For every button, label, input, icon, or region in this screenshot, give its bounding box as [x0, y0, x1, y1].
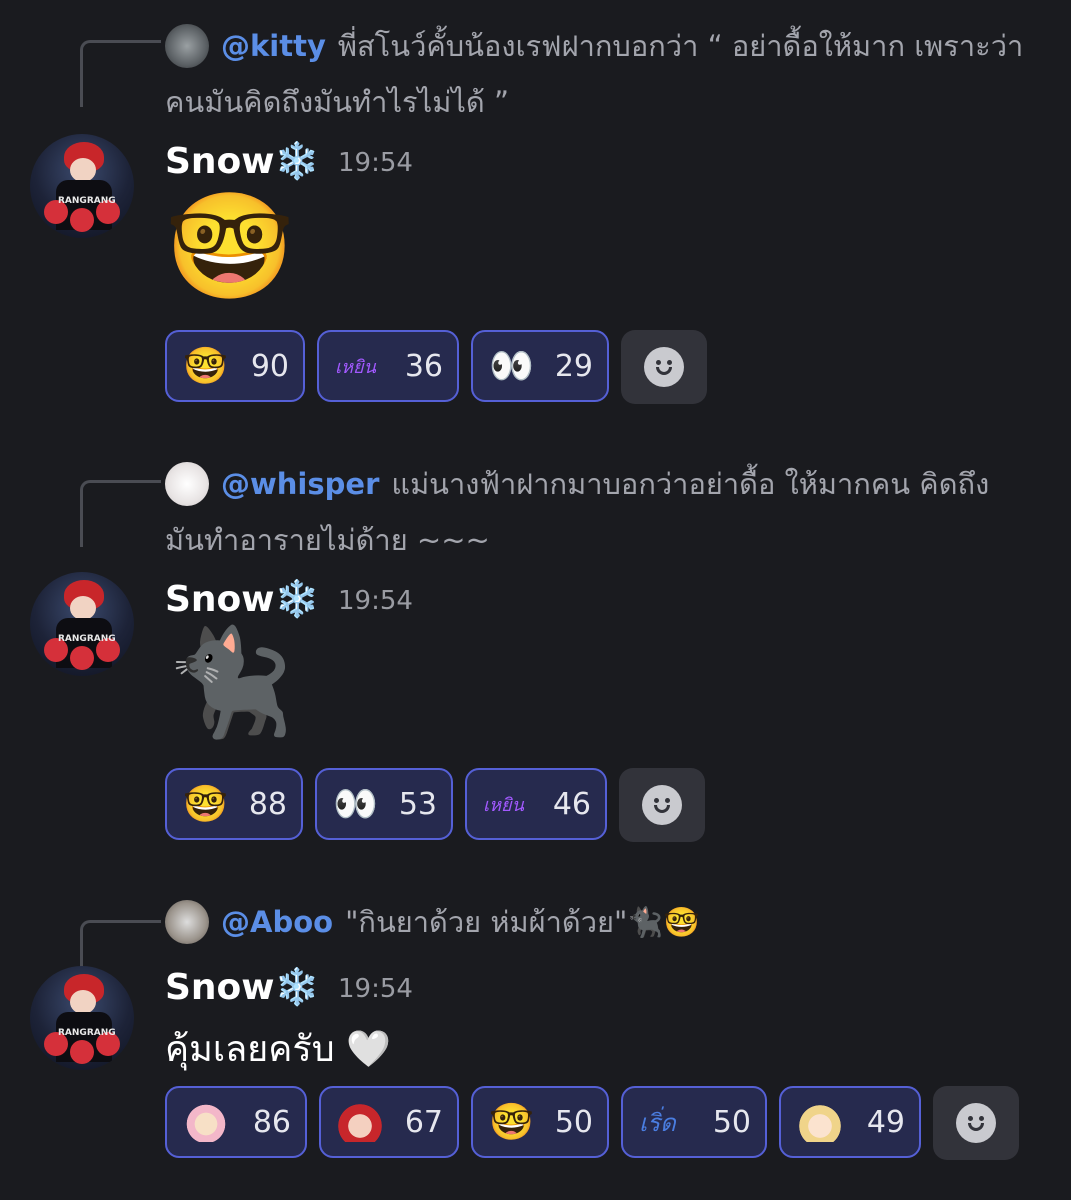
reaction-bar: 86 67 🤓 50 เริ่ด 50 49: [165, 1086, 1019, 1160]
avatar[interactable]: RANGRANG: [30, 966, 134, 1070]
reaction-khen-sticker[interactable]: 49: [779, 1086, 921, 1158]
message-content: 🐈‍⬛: [165, 621, 295, 743]
smile-icon: [642, 785, 682, 825]
reply-mention[interactable]: @Aboo: [165, 905, 333, 939]
reaction-emoji: เหยิน: [335, 356, 376, 378]
reaction-yein[interactable]: เหยิน 36: [317, 330, 459, 402]
author-name[interactable]: Snow❄️: [165, 578, 319, 620]
avatar[interactable]: RANGRANG: [30, 134, 134, 238]
message-1: @kitty พี่สโนว์คั้บน้องเรฟฝากบอกว่า “ อย่…: [0, 0, 1071, 420]
timestamp: 19:54: [338, 586, 413, 616]
reply-connector: [80, 40, 161, 107]
reaction-yein[interactable]: เหยิน 46: [465, 768, 607, 840]
reply-connector: [80, 480, 161, 547]
add-reaction-button[interactable]: [619, 768, 705, 842]
reaction-rerd[interactable]: เริ่ด 50: [621, 1086, 767, 1158]
reaction-count: 46: [552, 786, 591, 822]
reaction-emoji: เริ่ด: [639, 1108, 676, 1137]
reaction-emoji: 🤓: [489, 1102, 534, 1143]
reply-preview[interactable]: @kitty พี่สโนว์คั้บน้องเรฟฝากบอกว่า “ อย่…: [165, 18, 1025, 130]
reaction-emoji: 🤓: [183, 346, 228, 387]
reaction-bar: 🤓 88 👀 53 เหยิน 46: [165, 768, 705, 842]
reaction-count: 29: [554, 348, 593, 384]
reply-mention[interactable]: @whisper: [165, 467, 379, 501]
reaction-bar: 🤓 90 เหยิน 36 👀 29: [165, 330, 707, 404]
reaction-nerd[interactable]: 🤓 88: [165, 768, 303, 840]
smile-icon: [644, 347, 684, 387]
reply-mention[interactable]: @kitty: [165, 29, 326, 63]
author-name[interactable]: Snow❄️: [165, 140, 319, 182]
reaction-eyes[interactable]: 👀 29: [471, 330, 609, 402]
reaction-count: 67: [404, 1104, 443, 1140]
reaction-count: 50: [712, 1104, 751, 1140]
reply-connector: [80, 920, 161, 967]
reply-preview[interactable]: @whisper แม่นางฟ้าฝากมาบอกว่าอย่าดื้อ ให้…: [165, 456, 1025, 568]
smile-icon: [956, 1103, 996, 1143]
reply-preview[interactable]: @Aboo "กินยาด้วย ห่มผ้าด้วย"🐈‍⬛🤓: [165, 894, 1025, 950]
reaction-emoji: เหยิน: [483, 794, 524, 816]
reaction-nerd[interactable]: 🤓 50: [471, 1086, 609, 1158]
reaction-count: 86: [252, 1104, 291, 1140]
reaction-count: 88: [248, 786, 287, 822]
reaction-emoji: 👀: [333, 784, 378, 825]
message-content: 🤓: [165, 185, 295, 307]
add-reaction-button[interactable]: [621, 330, 707, 404]
timestamp: 19:54: [338, 148, 413, 178]
author-name[interactable]: Snow❄️: [165, 966, 319, 1008]
message-2: @whisper แม่นางฟ้าฝากมาบอกว่าอย่าดื้อ ให้…: [0, 440, 1071, 860]
reaction-emoji: 🤓: [183, 784, 228, 825]
avatar[interactable]: RANGRANG: [30, 572, 134, 676]
blush-sticker-icon: [797, 1102, 843, 1142]
reaction-nerd[interactable]: 🤓 90: [165, 330, 305, 402]
message-content: คุ้มเลยครับ 🤍: [165, 1029, 391, 1070]
reaction-count: 50: [554, 1104, 593, 1140]
message-3: @Aboo "กินยาด้วย ห่มผ้าด้วย"🐈‍⬛🤓 RANGRANG…: [0, 880, 1071, 1200]
bunny-sticker-icon: [183, 1102, 229, 1142]
reaction-count: 36: [404, 348, 443, 384]
reaction-count: 49: [866, 1104, 905, 1140]
add-reaction-button[interactable]: [933, 1086, 1019, 1160]
laugh-sticker-icon: [337, 1102, 383, 1142]
reply-text: "กินยาด้วย ห่มผ้าด้วย"🐈‍⬛🤓: [345, 905, 700, 939]
reaction-count: 53: [398, 786, 437, 822]
timestamp: 19:54: [338, 974, 413, 1004]
reaction-emoji: 👀: [489, 346, 534, 387]
reaction-count: 90: [250, 348, 289, 384]
reaction-5555-sticker[interactable]: 67: [319, 1086, 459, 1158]
reaction-bunny-sticker[interactable]: 86: [165, 1086, 307, 1158]
reaction-eyes[interactable]: 👀 53: [315, 768, 453, 840]
